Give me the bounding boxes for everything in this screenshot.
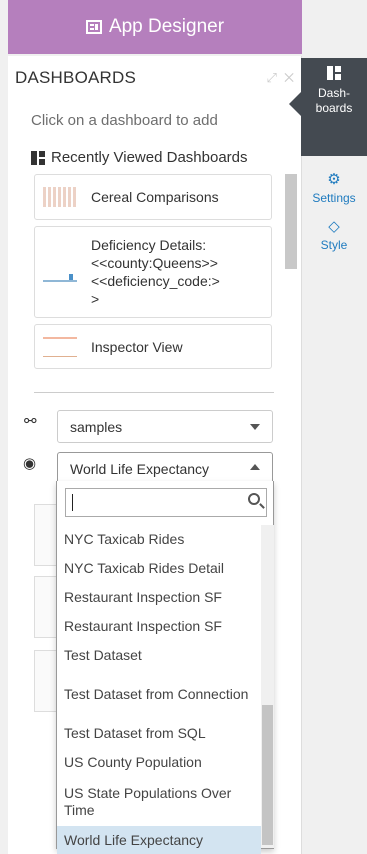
style-icon: ◇ [328,218,340,235]
dataset-option[interactable]: Restaurant Inspection SF [57,583,261,612]
dashboard-thumbnail [43,187,77,207]
rail-tab-style[interactable]: ◇ Style [301,217,367,252]
dataset-option[interactable]: US County Population [57,748,261,777]
rail-tab-settings[interactable]: ⚙ Settings [301,170,367,205]
recent-dashboards-label: Recently Viewed Dashboards [51,149,248,166]
rail-tab-dashboards-label: Dash- boards [315,86,353,115]
dashboards-icon [327,66,341,80]
connection-select[interactable]: samples [57,410,273,443]
dashboard-card-label: Deficiency Details: <<county:Queens>> <<… [91,237,220,307]
dataset-option[interactable]: Restaurant Inspection SF [57,612,261,641]
divider [34,392,274,393]
dataset-option[interactable]: NYC Taxicab Rides Detail [57,554,261,583]
panel-header-actions: ⤢ ✕ [266,70,294,86]
dataset-option[interactable]: Test Dataset from Connection [57,670,261,719]
chevron-up-icon [250,464,260,470]
dashboard-thumbnail [43,336,77,357]
rail-tab-settings-label: Settings [312,191,356,205]
chevron-down-icon [250,424,260,430]
dataset-options-list: NYC Taxicab Rides NYC Taxicab Rides Deta… [57,525,261,854]
dataset-option[interactable]: NYC Taxicab Rides [57,525,261,554]
settings-icon: ⚙ [327,171,341,188]
dataset-option[interactable]: Test Dataset [57,641,261,670]
dataset-select-value: World Life Expectancy [70,460,210,477]
app-designer-header[interactable]: App Designer [8,0,302,54]
recent-scrollbar[interactable] [285,174,297,269]
rail-tab-style-label: Style [320,238,348,252]
dataset-option[interactable]: Test Dataset from SQL [57,719,261,748]
dataset-option-selected[interactable]: World Life Expectancy [57,826,261,854]
connection-select-value: samples [70,418,123,435]
dataset-dropdown: NYC Taxicab Rides NYC Taxicab Rides Deta… [56,481,274,854]
app-designer-icon [85,20,102,34]
panel-header: DASHBOARDS ⤢ ✕ [8,56,301,100]
dataset-option[interactable]: US State Populations Over Time [57,777,261,826]
close-icon[interactable]: ✕ [284,70,294,85]
search-icon [248,493,260,505]
dataset-search-input[interactable] [65,488,267,517]
dashboard-thumbnail [43,262,77,282]
dashboard-card-inspector[interactable]: Inspector View [34,324,272,369]
dropdown-scrollbar[interactable] [261,525,274,848]
dashboard-card-cereal[interactable]: Cereal Comparisons [34,174,272,220]
link-icon: ⚯ [24,413,37,430]
add-dashboard-hint: Click on a dashboard to add [31,112,218,129]
dashboards-panel: DASHBOARDS ⤢ ✕ Click on a dashboard to a… [8,56,302,854]
dropdown-scrollbar-thumb[interactable] [262,705,273,845]
datasets-icon: ◉ [23,455,37,472]
text-cursor [72,494,73,511]
dashboard-card-label: Inspector View [91,338,183,355]
rail-tab-dashboards[interactable]: Dash- boards [289,58,367,156]
dashboard-card-label: Cereal Comparisons [91,189,219,205]
dashboard-card-deficiency[interactable]: Deficiency Details: <<county:Queens>> <<… [34,226,272,318]
expand-icon[interactable]: ⤢ [266,70,276,85]
grid-icon [31,150,45,165]
app-designer-title: App Designer [108,16,225,37]
panel-title: DASHBOARDS [15,68,137,87]
recent-dashboards-heading: Recently Viewed Dashboards [31,149,248,166]
